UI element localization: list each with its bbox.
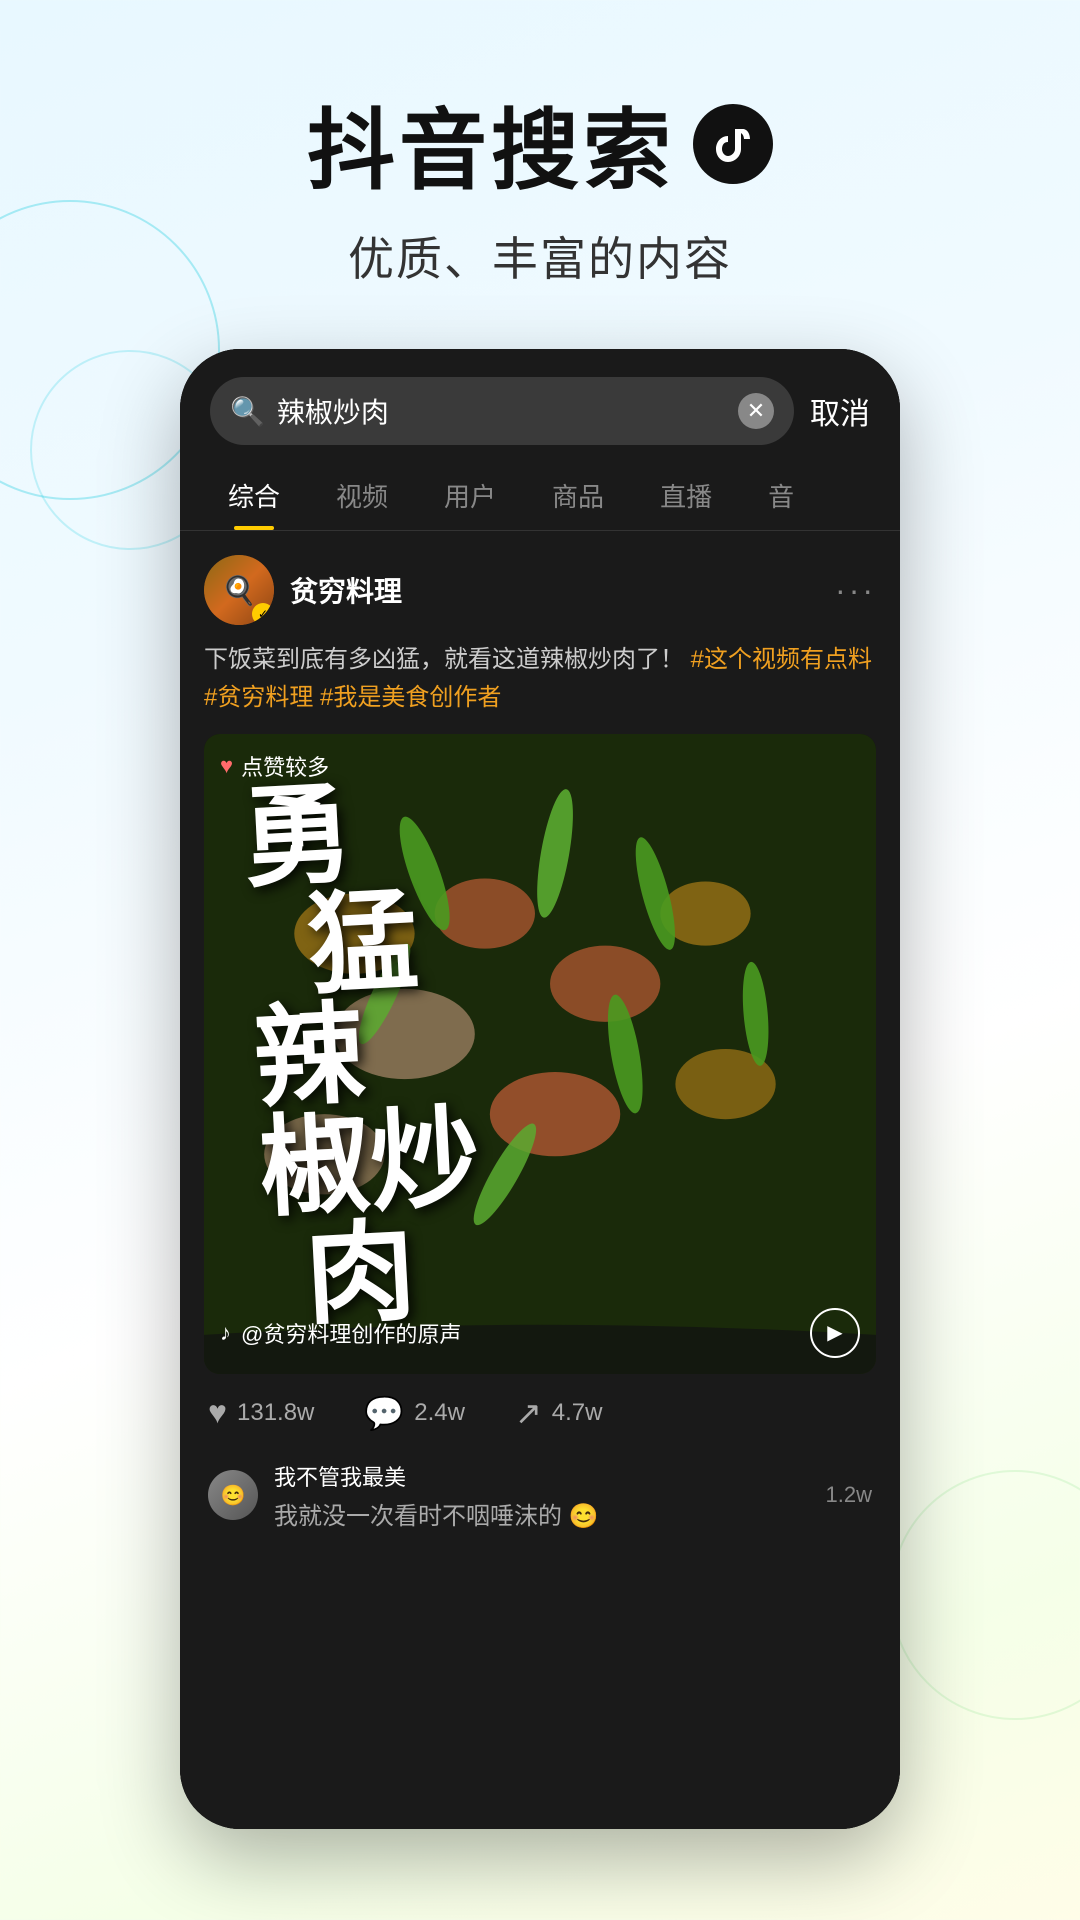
tab-label: 直播 (660, 482, 712, 512)
heart-icon: ♥ (220, 753, 233, 779)
badge-text: 点赞较多 (241, 750, 329, 782)
tab-label: 用户 (444, 482, 496, 512)
likes-stat: ♥ 131.8w (208, 1394, 314, 1431)
commenter-avatar: 😊 (208, 1470, 258, 1520)
tab-video[interactable]: 视频 (308, 461, 416, 530)
tab-comprehensive[interactable]: 综合 (200, 461, 308, 530)
search-tabs: 综合 视频 用户 商品 直播 音 (180, 461, 900, 531)
video-badge: ♥ 点赞较多 (220, 750, 329, 782)
comment-stat-icon: 💬 (364, 1394, 404, 1432)
tab-label: 视频 (336, 482, 388, 512)
phone-screen: 🔍 辣椒炒肉 ✕ 取消 综合 视频 用户 (180, 349, 900, 1829)
video-text-line3: 辣 (251, 993, 476, 1114)
shares-count: 4.7w (552, 1399, 603, 1427)
content-area: 🍳 ✓ 贫穷料理 ··· 下饭菜到底有多凶猛，就看这道辣椒炒肉了！ #这个视频有… (180, 531, 900, 1829)
sound-label: @贫穷料理创作的原声 (241, 1317, 461, 1349)
comment-content: 我不管我最美 我就没一次看时不咽唾沫的 😊 (274, 1460, 810, 1531)
cancel-button[interactable]: 取消 (810, 389, 870, 433)
tiktok-logo-icon (693, 104, 773, 184)
video-sound-info: ♪ @贫穷料理创作的原声 (220, 1317, 461, 1349)
comment-text: 我就没一次看时不咽唾沫的 😊 (274, 1496, 810, 1531)
verified-badge: ✓ (252, 603, 274, 625)
tab-label: 综合 (228, 482, 280, 512)
comments-stat: 💬 2.4w (364, 1394, 465, 1432)
shares-stat: ↗ 4.7w (515, 1394, 603, 1432)
close-icon: ✕ (747, 398, 765, 424)
tab-label: 商品 (552, 482, 604, 512)
avatar: 🍳 ✓ (204, 555, 274, 625)
play-button[interactable]: ▶ (810, 1308, 860, 1358)
stats-bar: ♥ 131.8w 💬 2.4w ↗ 4.7w (204, 1374, 876, 1448)
video-text-line2: 猛 (305, 883, 471, 1001)
search-icon: 🔍 (230, 395, 265, 428)
video-bottom: ♪ @贫穷料理创作的原声 ▶ (220, 1308, 860, 1358)
post-header: 🍳 ✓ 贫穷料理 ··· (204, 555, 876, 625)
more-options-icon[interactable]: ··· (835, 572, 876, 609)
search-input-wrap[interactable]: 🔍 辣椒炒肉 ✕ (210, 377, 794, 445)
video-thumbnail[interactable]: 勇 猛 辣 椒炒 肉 ♥ 点赞较多 (204, 734, 876, 1374)
heart-stat-icon: ♥ (208, 1394, 227, 1431)
tab-audio[interactable]: 音 (740, 461, 822, 530)
post-user[interactable]: 🍳 ✓ 贫穷料理 (204, 555, 402, 625)
comments-count: 2.4w (414, 1399, 465, 1427)
tab-product[interactable]: 商品 (524, 461, 632, 530)
commenter-name: 我不管我最美 (274, 1460, 810, 1492)
post-description: 下饭菜到底有多凶猛，就看这道辣椒炒肉了！ #这个视频有点料 #贫穷料理 #我是美… (204, 641, 876, 718)
search-clear-button[interactable]: ✕ (738, 393, 774, 429)
tab-user[interactable]: 用户 (416, 461, 524, 530)
video-text-line4: 椒炒 (257, 1103, 482, 1224)
post-desc-text: 下饭菜到底有多凶猛，就看这道辣椒炒肉了！ (204, 646, 684, 673)
video-text-line1: 勇 (240, 773, 465, 894)
share-stat-icon: ↗ (515, 1394, 542, 1432)
music-note-icon: ♪ (220, 1320, 231, 1346)
search-query[interactable]: 辣椒炒肉 (277, 391, 726, 431)
comment-count: 1.2w (826, 1482, 872, 1508)
video-overlay-text: 勇 猛 辣 椒炒 肉 (204, 734, 876, 1374)
phone-mockup: 🔍 辣椒炒肉 ✕ 取消 综合 视频 用户 (180, 349, 900, 1829)
likes-count: 131.8w (237, 1399, 314, 1427)
username: 贫穷料理 (290, 570, 402, 610)
comment-preview: 😊 我不管我最美 我就没一次看时不咽唾沫的 😊 1.2w (204, 1448, 876, 1543)
tab-label: 音 (768, 482, 794, 512)
search-bar: 🔍 辣椒炒肉 ✕ 取消 (180, 349, 900, 461)
tab-live[interactable]: 直播 (632, 461, 740, 530)
title-text: 抖音搜索 (307, 80, 675, 207)
page-title: 抖音搜索 (0, 80, 1080, 207)
